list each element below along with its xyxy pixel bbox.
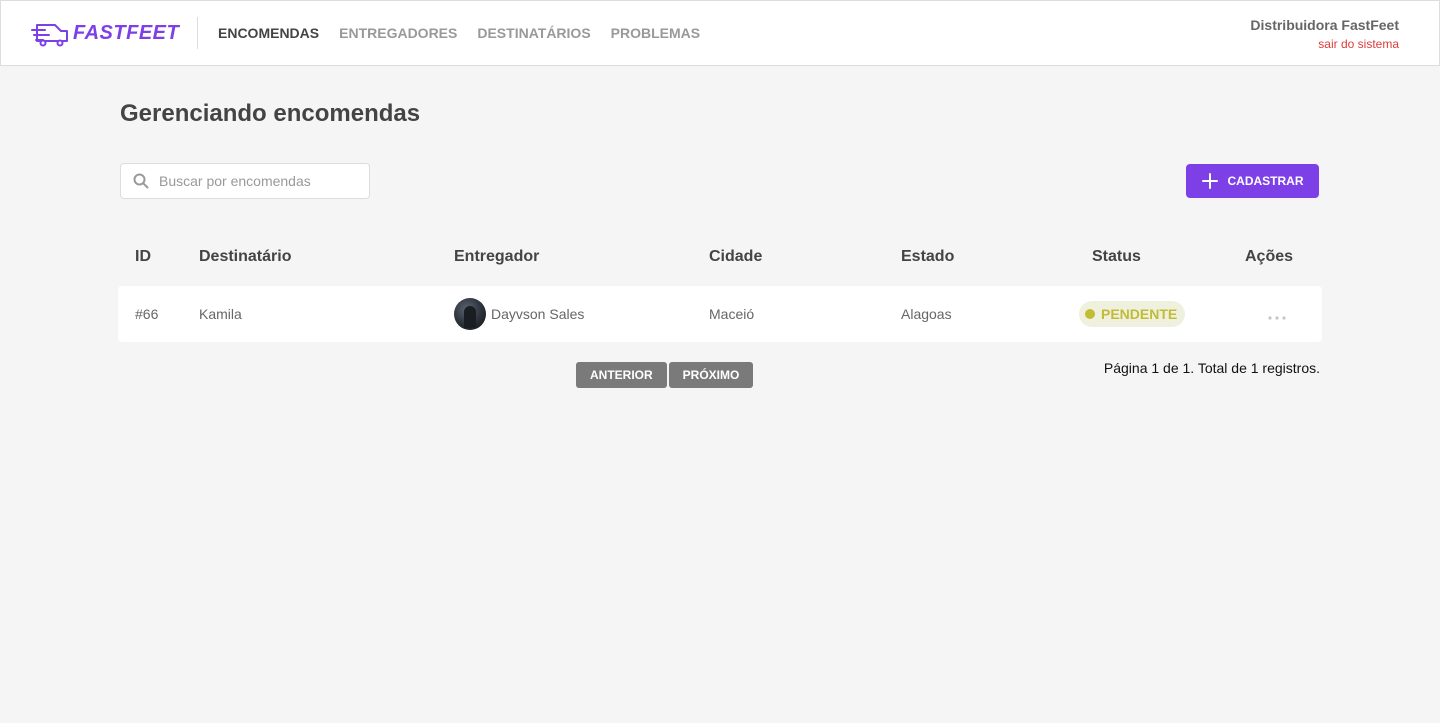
column-header-id: ID [135, 248, 151, 265]
add-order-label: CADASTRAR [1227, 174, 1304, 188]
column-header-deliveryman: Entregador [454, 248, 540, 265]
column-header-state: Estado [901, 248, 955, 265]
profile-name: Distribuidora FastFeet [1250, 17, 1399, 33]
search-box [120, 163, 370, 199]
table-row: #66 Kamila Dayvson Sales Maceió Alagoas … [118, 286, 1322, 342]
next-page-button[interactable]: PRÓXIMO [668, 362, 754, 388]
order-deliveryman: Dayvson Sales [454, 286, 584, 342]
plus-icon [1201, 173, 1218, 189]
logout-link[interactable]: sair do sistema [1250, 37, 1399, 51]
order-city: Maceió [709, 306, 755, 322]
order-state: Alagoas [901, 306, 952, 322]
logo[interactable]: FASTFEET [31, 18, 179, 48]
column-header-status: Status [1092, 248, 1141, 265]
status-label: PENDENTE [1101, 306, 1178, 322]
column-header-actions: Ações [1245, 248, 1294, 265]
header: FASTFEET ENCOMENDAS ENTREGADORES DESTINA… [0, 0, 1440, 66]
nav-item-problemas[interactable]: PROBLEMAS [611, 25, 700, 41]
nav-item-encomendas[interactable]: ENCOMENDAS [218, 25, 319, 41]
profile: Distribuidora FastFeet sair do sistema [1250, 17, 1399, 51]
search-input[interactable] [159, 173, 349, 189]
more-horizontal-icon[interactable] [1268, 304, 1286, 325]
add-order-button[interactable]: CADASTRAR [1186, 164, 1319, 198]
previous-page-button[interactable]: ANTERIOR [576, 362, 667, 388]
column-header-city: Cidade [709, 248, 763, 265]
header-divider [197, 17, 198, 49]
main-nav: ENCOMENDAS ENTREGADORES DESTINATÁRIOS PR… [218, 1, 720, 65]
order-recipient: Kamila [199, 306, 242, 322]
search-icon [133, 173, 149, 189]
status-badge: PENDENTE [1079, 301, 1186, 327]
nav-item-destinatarios[interactable]: DESTINATÁRIOS [477, 25, 590, 41]
table-header: ID Destinatário Entregador Cidade Estado… [118, 248, 1322, 270]
logo-text: FASTFEET [73, 21, 180, 44]
avatar [454, 298, 486, 330]
order-id: #66 [135, 306, 159, 322]
pagination: ANTERIOR PRÓXIMO [576, 362, 755, 388]
nav-item-entregadores[interactable]: ENTREGADORES [339, 25, 457, 41]
column-header-recipient: Destinatário [199, 248, 292, 265]
pagination-info: Página 1 de 1. Total de 1 registros. [1103, 360, 1320, 376]
order-status-cell: PENDENTE [1079, 286, 1186, 342]
deliveryman-name: Dayvson Sales [491, 306, 585, 322]
page-title: Gerenciando encomendas [120, 100, 421, 127]
truck-logo-icon [31, 19, 69, 47]
order-actions [1268, 286, 1286, 342]
status-dot-icon [1085, 309, 1095, 319]
